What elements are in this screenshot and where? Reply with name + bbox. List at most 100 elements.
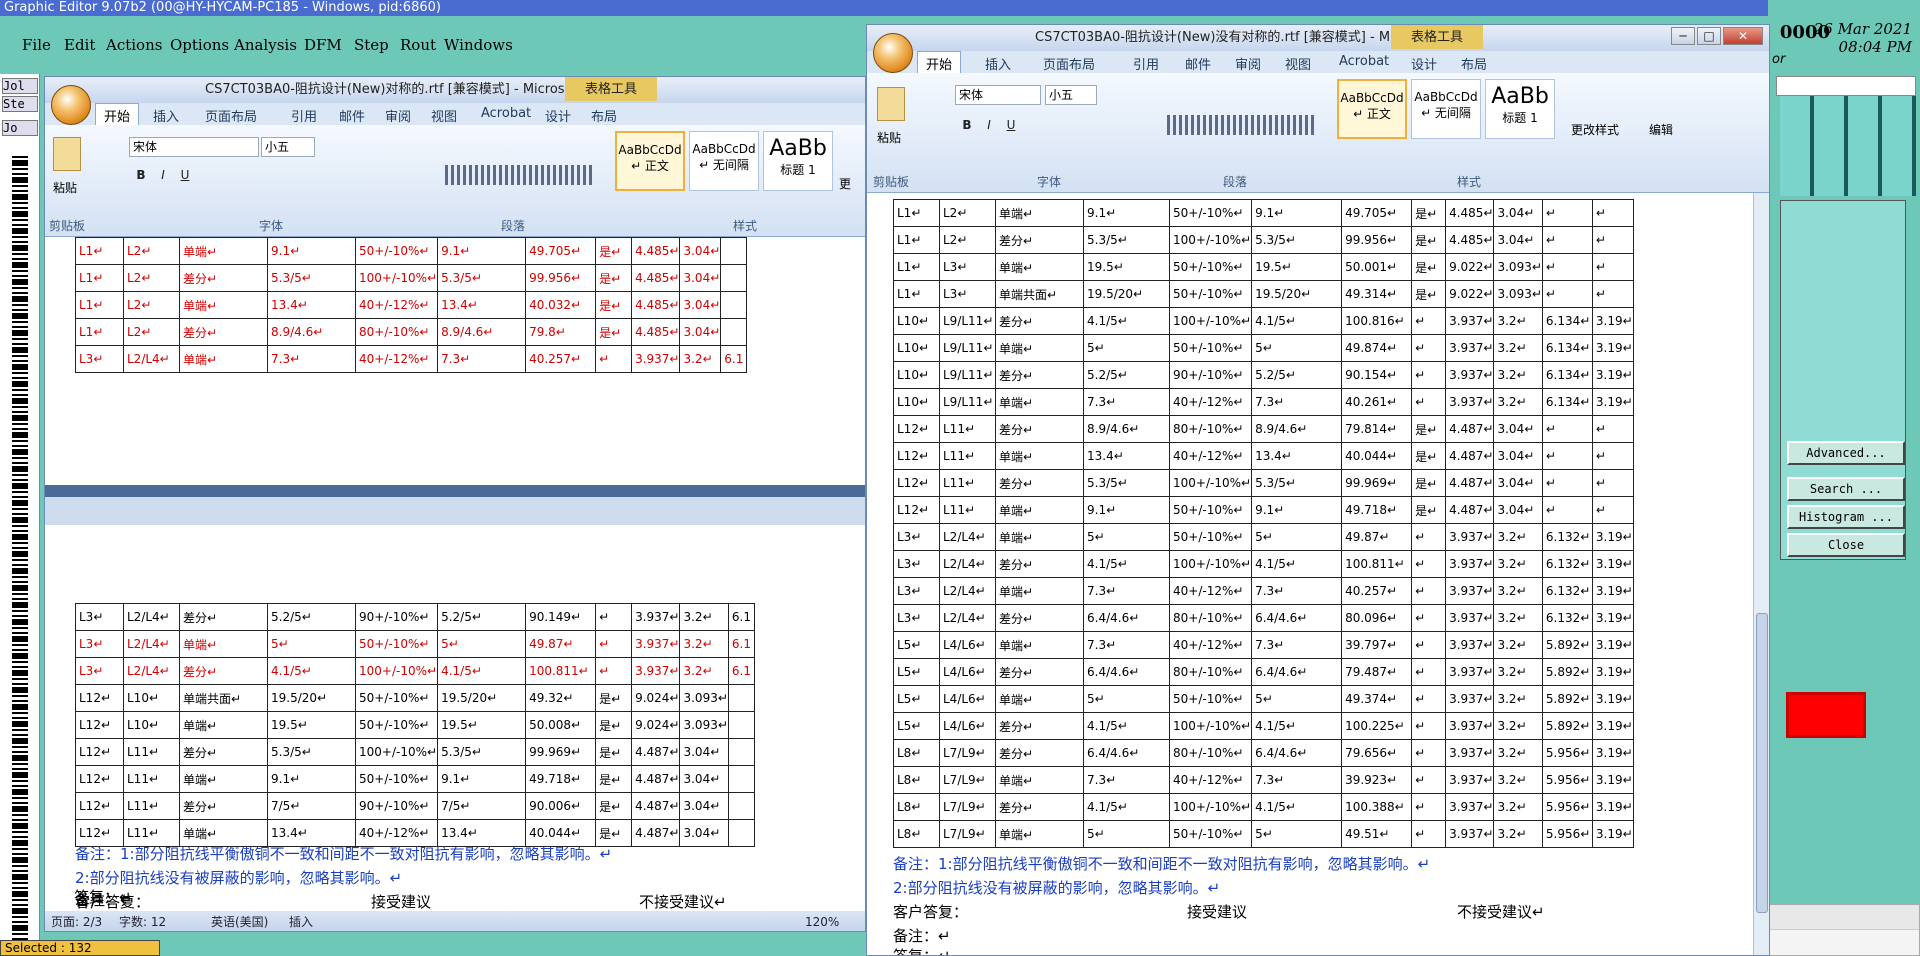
table-cell[interactable]: L11↵ bbox=[939, 496, 996, 524]
table-cell[interactable]: 3.19↵ bbox=[1591, 658, 1634, 686]
table-cell[interactable]: 3.937↵ bbox=[1445, 550, 1495, 578]
table-cell[interactable]: 79.487↵ bbox=[1341, 658, 1413, 686]
table-cell[interactable]: 100+/-10%↵ bbox=[1168, 712, 1253, 740]
table-cell[interactable]: 7.3↵ bbox=[1251, 766, 1343, 794]
table-cell[interactable]: L3↵ bbox=[893, 604, 940, 632]
menu-step[interactable]: Step bbox=[354, 36, 389, 54]
table-cell[interactable]: 4.487↵ bbox=[1445, 442, 1495, 470]
table-cell[interactable]: L11↵ bbox=[123, 765, 180, 793]
table-cell[interactable]: 3.19↵ bbox=[1591, 307, 1634, 335]
table-cell[interactable]: 50+/-10%↵ bbox=[1168, 199, 1253, 227]
table-cell[interactable]: 7/5↵ bbox=[437, 792, 527, 820]
table-cell[interactable]: 40.044↵ bbox=[1341, 442, 1413, 470]
table-cell[interactable]: 5.2/5↵ bbox=[267, 603, 356, 631]
table-cell[interactable]: 是↵ bbox=[595, 765, 633, 793]
table-cell[interactable]: ↵ bbox=[1411, 334, 1447, 362]
table-cell[interactable]: 7.3↵ bbox=[1083, 388, 1170, 416]
table-cell[interactable]: 8.9/4.6↵ bbox=[437, 318, 527, 346]
table-cell[interactable]: 3.937↵ bbox=[1445, 523, 1495, 551]
table-cell[interactable]: 5.2/5↵ bbox=[1251, 361, 1343, 389]
table-cell[interactable]: 6.132↵ bbox=[1541, 604, 1593, 632]
table-cell[interactable]: 79.814↵ bbox=[1341, 415, 1413, 443]
underline-icon[interactable]: U bbox=[175, 165, 195, 185]
table-cell[interactable]: L11↵ bbox=[123, 738, 180, 766]
table-cell[interactable]: 3.04↵ bbox=[679, 792, 729, 820]
table-cell[interactable]: 3.04↵ bbox=[1493, 496, 1543, 524]
table-cell[interactable]: 3.2↵ bbox=[679, 345, 722, 373]
table-cell[interactable]: 100+/-10%↵ bbox=[1168, 469, 1253, 497]
table-cell[interactable]: 7.3↵ bbox=[1083, 631, 1170, 659]
table-cell[interactable]: 5.956↵ bbox=[1541, 766, 1593, 794]
table-cell[interactable]: ↵ bbox=[1591, 442, 1634, 470]
table-cell[interactable]: 3.093↵ bbox=[679, 711, 729, 739]
table-cell[interactable]: 40+/-12%↵ bbox=[354, 345, 439, 373]
table-cell[interactable]: 7.3↵ bbox=[1083, 766, 1170, 794]
table-cell[interactable]: 50+/-10%↵ bbox=[354, 684, 439, 712]
table-cell[interactable]: 6.4/4.6↵ bbox=[1083, 604, 1170, 632]
table-cell[interactable]: ↵ bbox=[1411, 658, 1447, 686]
table-cell[interactable]: 5.956↵ bbox=[1541, 820, 1593, 848]
italic-icon[interactable]: I bbox=[153, 165, 173, 185]
table-cell[interactable]: 5↵ bbox=[267, 630, 356, 658]
table-cell[interactable]: 13.4↵ bbox=[437, 291, 527, 319]
table-cell[interactable]: 单端↵ bbox=[995, 199, 1084, 227]
table-cell[interactable]: 6.1 bbox=[727, 603, 755, 631]
table-cell[interactable]: 差分↵ bbox=[179, 603, 268, 631]
table-cell[interactable]: 6.132↵ bbox=[1541, 577, 1593, 605]
w1-tab-table-layout[interactable]: 布局 bbox=[591, 106, 617, 125]
table-cell[interactable]: ↵ bbox=[595, 630, 633, 658]
table-cell[interactable]: ↵ bbox=[595, 345, 633, 373]
table-cell[interactable]: 5↵ bbox=[1251, 820, 1343, 848]
table-cell[interactable]: 3.19↵ bbox=[1591, 739, 1634, 767]
table-cell[interactable]: L2↵ bbox=[123, 291, 180, 319]
table-cell[interactable]: 90.154↵ bbox=[1341, 361, 1413, 389]
minimize-icon[interactable]: ─ bbox=[1671, 27, 1695, 45]
table-cell[interactable]: 3.2↵ bbox=[1493, 334, 1543, 362]
table-cell[interactable]: L3↵ bbox=[75, 630, 124, 658]
table-cell[interactable]: ↵ bbox=[595, 657, 633, 685]
table-cell[interactable]: 4.487↵ bbox=[631, 765, 681, 793]
table-cell[interactable]: ↵ bbox=[1591, 226, 1634, 254]
table-cell[interactable]: 3.937↵ bbox=[1445, 712, 1495, 740]
table-cell[interactable]: 49.718↵ bbox=[525, 765, 597, 793]
side-label-step[interactable]: Ste bbox=[2, 96, 38, 112]
table-cell[interactable]: 40+/-12%↵ bbox=[1168, 766, 1253, 794]
table-cell[interactable]: 100+/-10%↵ bbox=[1168, 793, 1253, 821]
table-cell[interactable]: L9/L11↵ bbox=[939, 361, 996, 389]
table-cell[interactable]: 单端共面↵ bbox=[995, 280, 1084, 308]
table-cell[interactable]: 100+/-10%↵ bbox=[1168, 550, 1253, 578]
ime-toolbar[interactable] bbox=[1776, 76, 1916, 96]
table-cell[interactable]: 是↵ bbox=[595, 792, 633, 820]
table-cell[interactable]: L3↵ bbox=[893, 577, 940, 605]
table-cell[interactable]: 3.937↵ bbox=[631, 345, 681, 373]
w2-doc-page[interactable]: L1↵ L2↵ 单端↵ 9.1↵ 50+/-10%↵ 9.1↵ 49.705↵ 是↵ 4.485… bbox=[867, 193, 1753, 955]
table-cell[interactable]: L4/L6↵ bbox=[939, 685, 996, 713]
table-cell[interactable]: 79.656↵ bbox=[1341, 739, 1413, 767]
table-cell[interactable]: L2/L4↵ bbox=[939, 523, 996, 551]
table-cell[interactable]: L5↵ bbox=[893, 631, 940, 659]
table-cell[interactable]: 4.485↵ bbox=[631, 237, 681, 265]
table-cell[interactable]: L10↵ bbox=[893, 334, 940, 362]
table-cell[interactable]: 差分↵ bbox=[995, 469, 1084, 497]
table-cell[interactable]: L5↵ bbox=[893, 658, 940, 686]
w1-tab-view[interactable]: 视图 bbox=[431, 106, 457, 125]
table-cell[interactable]: L3↵ bbox=[75, 603, 124, 631]
table-cell[interactable]: 单端↵ bbox=[179, 765, 268, 793]
table-cell[interactable]: ↵ bbox=[1411, 550, 1447, 578]
table-cell[interactable]: 3.2↵ bbox=[679, 630, 729, 658]
table-cell[interactable]: 3.937↵ bbox=[1445, 766, 1495, 794]
table-cell[interactable]: 单端↵ bbox=[995, 577, 1084, 605]
table-cell[interactable]: L12↵ bbox=[893, 496, 940, 524]
table-cell[interactable]: 4.1/5↵ bbox=[1251, 712, 1343, 740]
table-cell[interactable]: 3.2↵ bbox=[1493, 550, 1543, 578]
table-cell[interactable]: 6.134↵ bbox=[1541, 388, 1593, 416]
table-cell[interactable]: 100+/-10%↵ bbox=[354, 264, 439, 292]
table-cell[interactable]: L2/L4↵ bbox=[939, 550, 996, 578]
table-cell[interactable]: L7/L9↵ bbox=[939, 793, 996, 821]
w1-style-nospacing[interactable]: AaBbCcDd ↵ 无间隔 bbox=[689, 131, 759, 191]
table-cell[interactable]: 3.937↵ bbox=[1445, 658, 1495, 686]
table-cell[interactable]: 5.956↵ bbox=[1541, 739, 1593, 767]
table-cell[interactable]: L8↵ bbox=[893, 820, 940, 848]
table-cell[interactable]: 3.2↵ bbox=[1493, 523, 1543, 551]
menu-actions[interactable]: Actions bbox=[106, 36, 162, 54]
